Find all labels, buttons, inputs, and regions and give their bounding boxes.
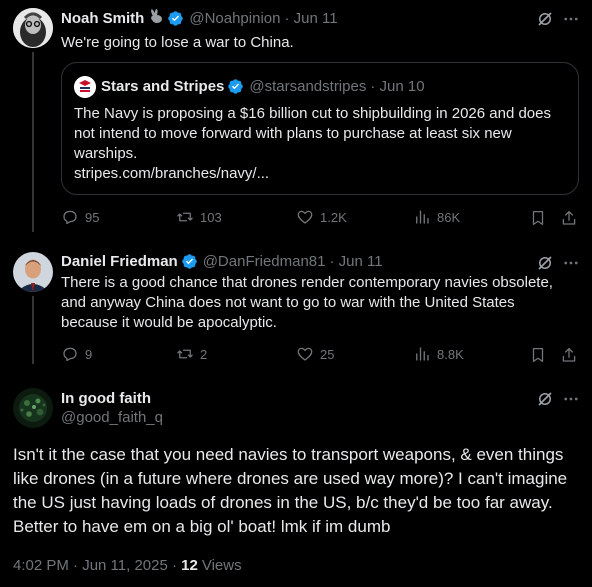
like-icon [297, 210, 313, 224]
repost-count: 2 [200, 346, 208, 362]
reply-count: 9 [85, 346, 93, 362]
verified-badge-icon [228, 79, 244, 94]
more-icon[interactable] [562, 390, 580, 413]
views-count: 86K [437, 209, 461, 225]
views-label: Views [201, 557, 242, 574]
quote-date: · Jun 10 [370, 78, 425, 95]
avatar-noah-smith[interactable] [13, 8, 53, 48]
like-count: 25 [320, 346, 335, 362]
quote-link[interactable]: stripes.com/branches/navy/... [74, 164, 269, 184]
author-handle[interactable]: @Noahpinion [189, 10, 280, 27]
grok-icon[interactable] [536, 10, 554, 33]
tweet-date[interactable]: · Jun 11 [284, 10, 337, 27]
author-handle[interactable]: @good_faith_q [61, 409, 163, 426]
quoted-tweet-card[interactable]: Stars and Stripes @starsandstripes · Jun… [61, 62, 579, 195]
reply-button[interactable]: 95 [61, 208, 99, 226]
like-button[interactable]: 1.2K [296, 208, 347, 226]
author-name[interactable]: In good faith [61, 390, 151, 407]
tweet2-text: There is a good chance that drones rende… [61, 274, 553, 331]
more-icon[interactable] [562, 10, 580, 33]
repost-button[interactable]: 103 [176, 208, 222, 226]
reply-count: 95 [85, 209, 100, 225]
reply-icon [63, 210, 77, 225]
views-button[interactable]: 86K [413, 208, 460, 226]
views-button[interactable]: 8.8K [413, 345, 464, 363]
timestamp-text[interactable]: 4:02 PM · Jun 11, 2025 · [13, 557, 181, 574]
tweet2-header: Daniel Friedman @DanFriedman81 · Jun 11 [61, 253, 383, 270]
quote-text: The Navy is proposing a $16 billion cut … [74, 105, 551, 162]
reply-icon [63, 347, 77, 362]
share-icon[interactable] [560, 346, 578, 369]
tweet-timestamp: 4:02 PM · Jun 11, 2025 · 12 Views [13, 557, 242, 574]
quote-header: Stars and Stripes @starsandstripes · Jun… [101, 78, 425, 95]
author-name[interactable]: Noah Smith [61, 10, 144, 27]
views-count: 8.8K [437, 346, 464, 362]
quote-author-handle: @starsandstripes [249, 78, 367, 95]
thread-line [32, 296, 34, 364]
tweet1-text: We're going to lose a war to China. [61, 34, 294, 51]
reply-button[interactable]: 9 [61, 345, 92, 363]
views-icon [416, 347, 429, 361]
bunny-emoji-icon [148, 9, 164, 28]
like-icon [297, 347, 313, 361]
avatar-daniel-friedman[interactable] [13, 252, 53, 292]
bookmark-icon[interactable] [529, 209, 547, 232]
views-icon [416, 210, 429, 224]
author-handle[interactable]: @DanFriedman81 [203, 253, 326, 270]
tweet-date[interactable]: · Jun 11 [330, 253, 383, 270]
repost-count: 103 [200, 209, 222, 225]
repost-button[interactable]: 2 [176, 345, 207, 363]
avatar-stars-and-stripes [74, 76, 96, 98]
repost-icon [177, 212, 193, 222]
like-button[interactable]: 25 [296, 345, 334, 363]
repost-icon [177, 349, 193, 359]
views-number: 12 [181, 557, 198, 574]
bookmark-icon[interactable] [529, 346, 547, 369]
avatar-in-good-faith[interactable] [13, 388, 53, 428]
author-name[interactable]: Daniel Friedman [61, 253, 178, 270]
tweet3-text: Isn't it the case that you need navies t… [13, 445, 568, 536]
tweet1-header: Noah Smith @Noahpinion · Jun 11 [61, 9, 338, 28]
verified-badge-icon [168, 11, 184, 26]
like-count: 1.2K [320, 209, 347, 225]
thread-line [32, 52, 34, 232]
quote-author-name: Stars and Stripes [101, 78, 225, 95]
share-icon[interactable] [560, 209, 578, 232]
verified-badge-icon [181, 254, 197, 269]
grok-icon[interactable] [536, 390, 554, 413]
